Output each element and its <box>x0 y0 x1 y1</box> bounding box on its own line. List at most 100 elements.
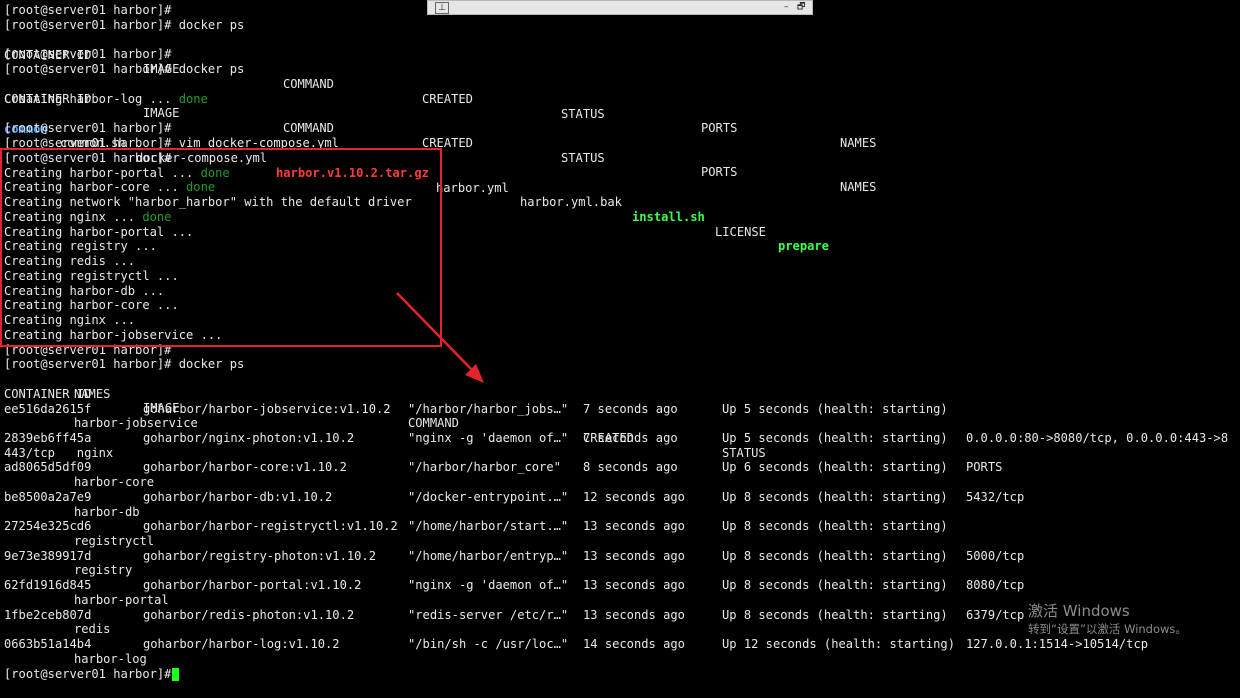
prompt-line: [root@server01 harbor]# <box>4 3 172 17</box>
header-created: CREATED <box>422 135 473 150</box>
text-cursor <box>172 668 179 681</box>
output-line: Creating harbor-db ... <box>4 284 165 298</box>
ls-file: harbor.yml.bak <box>520 195 622 210</box>
ls-archive: harbor.v1.10.2.tar.gz <box>276 165 429 180</box>
table-row: 2839eb6ff45a goharbor/nginx-photon:v1.10.… <box>0 431 1240 446</box>
cell-ports: 0.0.0.0:80->8080/tcp, 0.0.0.0:443->8 <box>966 430 1229 445</box>
prompt-line: [root@server01 harbor]# <box>4 667 179 681</box>
header-status: STATUS <box>561 150 605 165</box>
cell-created: 14 seconds ago <box>583 637 685 652</box>
activation-watermark-title: 激活 Windows <box>1028 602 1130 620</box>
cell-image: goharbor/harbor-db:v1.10.2 <box>143 489 333 504</box>
cell-status: Up 8 seconds (health: starting) <box>722 607 948 622</box>
creating-text: Creating harbor-log ... <box>4 92 179 106</box>
header-command: COMMAND <box>408 416 459 431</box>
table-row: ad8065d5df09 goharbor/harbor-core:v1.10.2… <box>0 460 1240 475</box>
prompt-line: [root@server01 harbor]# <box>4 47 172 61</box>
cell-image: goharbor/harbor-jobservice:v1.10.2 <box>143 401 391 416</box>
cell-command: "/harbor/harbor_jobs…" <box>408 401 569 416</box>
cell-id: 9e73e389917d <box>4 548 92 563</box>
output-line: Creating harbor-portal ... <box>4 225 194 239</box>
cell-command: "/harbor/harbor_core" <box>408 460 561 475</box>
ps-header-row: CONTAINER ID IMAGE COMMAND CREATED STATU… <box>0 372 1240 475</box>
creating-text: Creating nginx ... <box>4 210 143 224</box>
cell-id: ad8065d5df09 <box>4 460 92 475</box>
cell-id: 2839eb6ff45a <box>4 430 92 445</box>
output-line: Creating harbor-core ... done <box>4 180 215 195</box>
cell-status: Up 8 seconds (health: starting) <box>722 489 948 504</box>
done-status: done <box>186 180 216 194</box>
output-line: Creating nginx ... done <box>4 210 171 225</box>
command-line: [root@server01 harbor]# docker ps <box>4 18 245 32</box>
cell-name: redis <box>74 622 111 637</box>
terminal-window[interactable]: ⊥ – 🗗 [root@server01 harbor]# [root@serv… <box>0 0 1240 698</box>
cell-status: Up 5 seconds (health: starting) <box>722 430 948 445</box>
remote-session-toolbar[interactable]: ⊥ – 🗗 <box>427 0 813 15</box>
cell-image: goharbor/harbor-log:v1.10.2 <box>143 637 340 652</box>
output-line: Creating registryctl ... <box>4 269 179 283</box>
ls-executable: prepare <box>778 239 829 254</box>
header-names: NAMES <box>840 179 877 194</box>
ls-file: LICENSE <box>715 224 766 239</box>
prompt-line: [root@server01 harbor]# <box>4 343 172 357</box>
table-row: ee516da2615f goharbor/harbor-jobservice:v… <box>0 402 1240 417</box>
cell-created: 13 seconds ago <box>583 607 685 622</box>
cell-image: goharbor/registry-photon:v1.10.2 <box>143 548 376 563</box>
cell-command: "/bin/sh -c /usr/loc…" <box>408 637 569 652</box>
output-line: Creating nginx ... <box>4 313 136 327</box>
cell-created: 7 seconds ago <box>583 430 678 445</box>
ps-header-row: CONTAINER ID IMAGE COMMAND CREATED STATU… <box>0 33 1240 150</box>
cell-status: Up 5 seconds (health: starting) <box>722 401 948 416</box>
output-line: Creating registry ... <box>4 239 157 253</box>
cell-name: 443/tcp nginx <box>4 445 114 460</box>
minimize-icon[interactable]: – <box>784 1 789 14</box>
restore-icon[interactable]: 🗗 <box>797 1 805 14</box>
pin-icon[interactable]: ⊥ <box>435 2 449 14</box>
command-line: [root@server01 harbor]# docker ps <box>4 357 245 371</box>
cell-status: Up 6 seconds (health: starting) <box>722 460 948 475</box>
cell-ports: 6379/tcp <box>966 607 1025 622</box>
ps-header-row: CONTAINER ID IMAGE COMMAND CREATED STATU… <box>0 77 1240 194</box>
header-created: CREATED <box>422 91 473 106</box>
cell-created: 13 seconds ago <box>583 519 685 534</box>
header-names: NAMES <box>74 387 111 401</box>
cell-status: Up 8 seconds (health: starting) <box>722 519 948 534</box>
cell-created: 8 seconds ago <box>583 460 678 475</box>
cell-id: 27254e325cd6 <box>4 519 92 534</box>
cell-image: goharbor/redis-photon:v1.10.2 <box>143 607 355 622</box>
cell-image: goharbor/harbor-core:v1.10.2 <box>143 460 347 475</box>
table-row: be8500a2a7e9 goharbor/harbor-db:v1.10.2 "/… <box>0 490 1240 505</box>
cell-ports: 5432/tcp <box>966 489 1025 504</box>
cell-command: "nginx -g 'daemon of…" <box>408 578 569 593</box>
cell-id: be8500a2a7e9 <box>4 489 92 504</box>
cell-command: "/home/harbor/start.…" <box>408 519 569 534</box>
command-line: [root@server01 harbor]# vim docker-compo… <box>4 136 339 150</box>
cell-name: registryctl <box>74 534 155 548</box>
cell-command: "/home/harbor/entryp…" <box>408 548 569 563</box>
output-line: Creating network "harbor_harbor" with th… <box>4 195 412 209</box>
activation-watermark-subtitle: 转到“设置”以激活 Windows。 <box>1028 622 1187 636</box>
cell-name: harbor-core <box>74 475 155 490</box>
cell-image: goharbor/harbor-registryctl:v1.10.2 <box>143 519 398 534</box>
prompt-line: [root@server01 harbor]# <box>4 121 172 135</box>
creating-text: Creating harbor-core ... <box>4 180 187 194</box>
ls-file: harbor.yml <box>436 180 509 195</box>
cell-created: 13 seconds ago <box>583 578 685 593</box>
cell-id: 1fbe2ceb807d <box>4 607 92 622</box>
header-command: COMMAND <box>283 121 334 136</box>
output-line: Creating harbor-log ... done <box>4 92 208 107</box>
cell-id: ee516da2615f <box>4 401 92 416</box>
cell-name: registry <box>74 563 133 578</box>
cell-name: harbor-jobservice <box>74 416 198 431</box>
output-line: Creating harbor-core ... <box>4 298 179 312</box>
cell-ports: 5000/tcp <box>966 548 1025 563</box>
header-status: STATUS <box>722 445 766 460</box>
cell-id: 62fd1916d845 <box>4 578 92 593</box>
cell-command: "redis-server /etc/r…" <box>408 607 569 622</box>
output-line: Creating redis ... <box>4 254 136 268</box>
cell-status: Up 8 seconds (health: starting) <box>722 548 948 563</box>
cell-created: 7 seconds ago <box>583 401 678 416</box>
cell-name: harbor-db <box>74 504 140 519</box>
cell-created: 12 seconds ago <box>583 489 685 504</box>
ls-executable: install.sh <box>632 209 705 224</box>
